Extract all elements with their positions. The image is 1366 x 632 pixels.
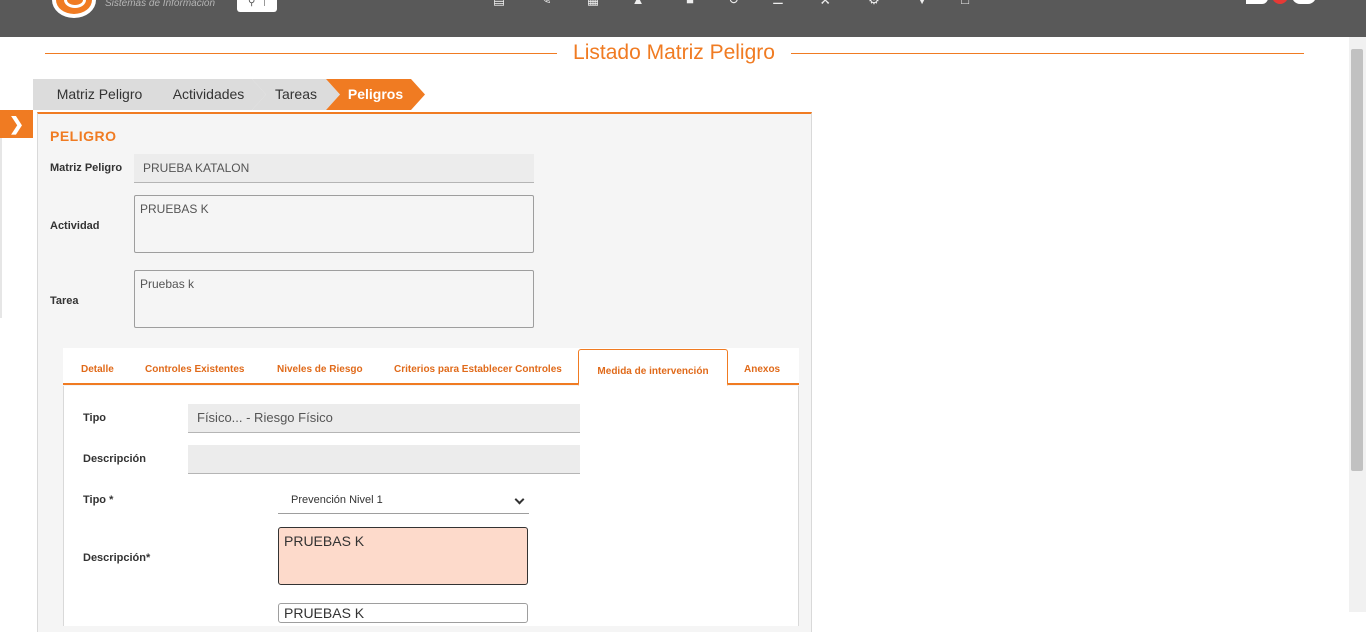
sidebar-edge xyxy=(0,138,2,318)
box-icon[interactable]: ■ xyxy=(681,0,699,6)
actividad-label: Actividad xyxy=(50,220,100,232)
descripcion-required-label: Descripción* xyxy=(83,552,151,564)
sidebar-toggle-chevron-icon[interactable]: ❯ xyxy=(0,110,33,138)
history-icon[interactable]: ↺ xyxy=(725,0,743,6)
grid-icon[interactable]: ▦ xyxy=(584,0,602,6)
chat-icon[interactable]: □ xyxy=(956,0,974,6)
breadcrumb-peligros[interactable]: Peligros xyxy=(326,79,425,110)
title-divider-right xyxy=(791,53,1304,54)
list-icon[interactable]: ☰ xyxy=(769,0,787,6)
breadcrumb-actividades[interactable]: Actividades xyxy=(151,79,266,110)
chevron-down-icon xyxy=(514,494,525,505)
tab-niveles-de-riesgo[interactable]: Niveles de Riesgo xyxy=(277,360,363,380)
breadcrumb-matriz-peligro[interactable]: Matriz Peligro xyxy=(33,79,166,110)
tarea-field[interactable]: Pruebas k xyxy=(134,270,534,328)
group-icon[interactable]: ▲ xyxy=(629,0,647,6)
descripcion-label: Descripción xyxy=(83,453,146,465)
tools-icon[interactable]: ⚒ xyxy=(816,0,834,6)
next-textarea[interactable]: PRUEBAS K xyxy=(278,603,528,623)
logo-caption: Sistemas de Información xyxy=(105,0,216,9)
logo-icon[interactable] xyxy=(52,0,96,18)
matriz-peligro-field: PRUEBA KATALON xyxy=(134,154,534,183)
tipo-select-value: Prevención Nivel 1 xyxy=(291,494,383,506)
top-navbar: Sistemas de Información ⚲ ▤ ✎ ▦ ▲ ■ ↺ ☰ … xyxy=(0,0,1366,37)
tab-medida-de-intervencion[interactable]: Medida de intervención xyxy=(578,349,728,386)
tipo-field: Físico... - Riesgo Físico xyxy=(188,404,580,433)
location-icon[interactable]: ▼ xyxy=(913,0,931,6)
tab-criterios[interactable]: Criterios para Establecer Controles xyxy=(394,360,562,380)
actividad-field[interactable]: PRUEBAS K xyxy=(134,195,534,253)
descripcion-field xyxy=(188,445,580,474)
title-divider-left xyxy=(45,53,557,54)
edit-icon[interactable]: ✎ xyxy=(537,0,555,6)
tipo-select[interactable]: Prevención Nivel 1 xyxy=(278,486,529,514)
search-button[interactable]: ⚲ xyxy=(237,0,277,12)
tarea-label: Tarea xyxy=(50,295,79,307)
matriz-peligro-label: Matriz Peligro xyxy=(50,162,123,174)
scrollbar-thumb[interactable] xyxy=(1351,49,1363,471)
gear-icon[interactable]: ⚙ xyxy=(865,0,883,6)
tab-anexos[interactable]: Anexos xyxy=(744,360,780,380)
search-icon: ⚲ xyxy=(248,0,256,8)
tipo-required-label: Tipo * xyxy=(83,494,114,506)
tipo-label: Tipo xyxy=(83,412,107,424)
document-icon[interactable]: ▤ xyxy=(490,0,508,6)
brand-logo xyxy=(1246,0,1318,4)
tab-detalle[interactable]: Detalle xyxy=(81,360,114,380)
section-title: PELIGRO xyxy=(50,128,117,144)
tab-controles-existentes[interactable]: Controles Existentes xyxy=(145,360,244,380)
descripcion-required-textarea[interactable]: PRUEBAS K xyxy=(278,527,528,585)
page-title: Listado Matriz Peligro xyxy=(573,41,775,64)
page-scrollbar[interactable] xyxy=(1349,37,1366,612)
